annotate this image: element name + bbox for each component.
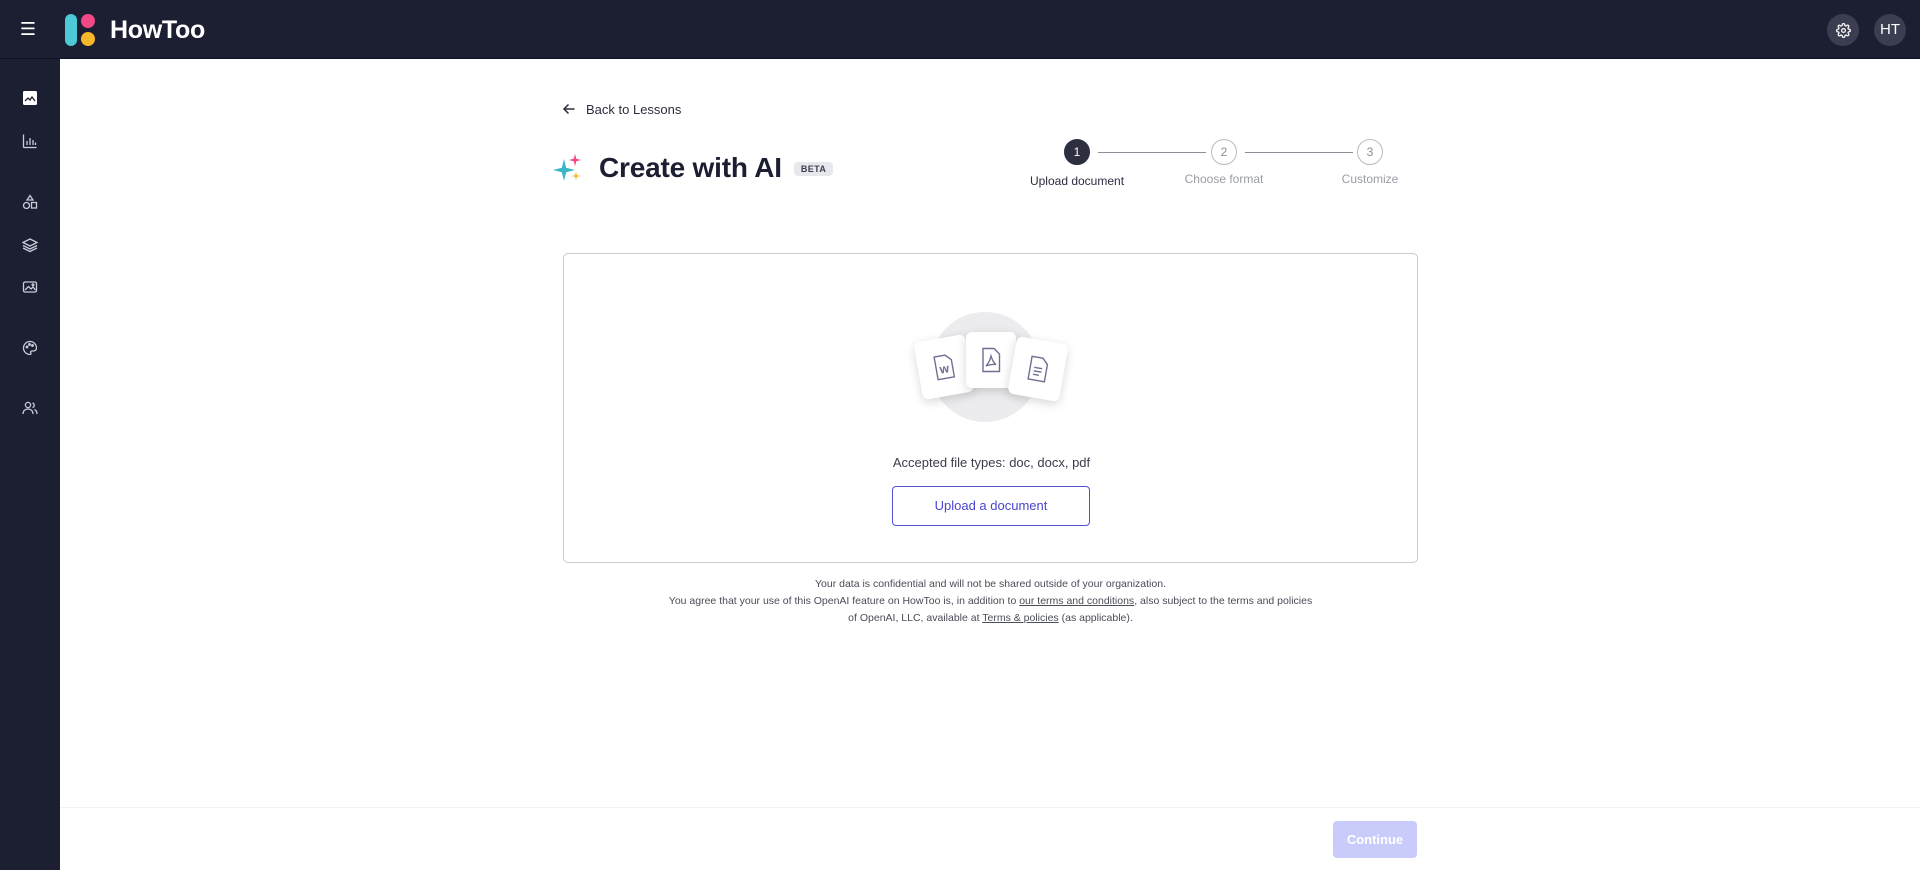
step-3-circle[interactable]: 3	[1357, 139, 1383, 165]
sparkles-icon	[553, 154, 581, 181]
sidebar-item-users[interactable]	[20, 398, 40, 418]
settings-button[interactable]	[1827, 14, 1859, 46]
sidebar-item-lessons[interactable]	[20, 88, 40, 108]
text-document-icon	[1007, 335, 1069, 403]
disclaimer-line-2: You agree that your use of this OpenAI f…	[563, 593, 1418, 610]
analytics-icon	[22, 134, 37, 149]
users-icon	[22, 401, 38, 415]
page-header: Create with AI BETA	[553, 147, 834, 189]
step-connector-1	[1098, 152, 1206, 153]
disclaimer-line-1: Your data is confidential and will not b…	[814, 578, 1166, 590]
shapes-icon	[22, 194, 38, 210]
sidebar	[0, 59, 60, 870]
upload-dropzone[interactable]: W Accepted file types: doc, docx, pdf Up…	[563, 253, 1418, 563]
back-link-label: Back to Lessons	[586, 101, 682, 117]
continue-button[interactable]: Continue	[1333, 821, 1417, 858]
layers-icon	[22, 238, 38, 253]
sidebar-item-media[interactable]	[20, 277, 40, 297]
sidebar-item-shapes[interactable]	[20, 192, 40, 212]
upload-document-button[interactable]: Upload a document	[892, 486, 1090, 526]
sidebar-item-analytics[interactable]	[20, 131, 40, 151]
sidebar-item-themes[interactable]	[20, 338, 40, 358]
lessons-icon	[23, 91, 37, 105]
top-bar: ☰ HowToo HT	[0, 0, 1920, 59]
terms-policies-link[interactable]: Terms & policies	[982, 612, 1058, 624]
gear-icon	[1835, 22, 1851, 38]
app-name[interactable]: HowToo	[110, 13, 205, 47]
media-icon	[22, 281, 38, 293]
step-2-circle[interactable]: 2	[1211, 139, 1237, 165]
page-title: Create with AI	[599, 152, 782, 183]
disclaimer-line-3: of OpenAI, LLC, available at Terms & pol…	[563, 610, 1418, 627]
disclaimer-text: You agree that your use of this OpenAI f…	[668, 595, 1020, 607]
step-3-label: Customize	[1341, 172, 1399, 186]
sidebar-item-layers[interactable]	[20, 235, 40, 255]
svg-text:W: W	[939, 365, 951, 377]
terms-and-conditions-link[interactable]: our terms and conditions	[1019, 595, 1134, 607]
disclaimer-text: , also subject to the terms and policies	[1134, 595, 1313, 607]
main-content: Back to Lessons Create with AI BETA 1 2 …	[60, 59, 1920, 870]
footer-bar: Continue	[60, 807, 1920, 870]
step-1-label: Upload document	[1029, 174, 1125, 188]
step-connector-2	[1245, 152, 1353, 153]
hamburger-menu-icon[interactable]: ☰	[18, 17, 38, 41]
step-1-circle[interactable]: 1	[1064, 139, 1090, 165]
disclaimer-text: of OpenAI, LLC, available at	[848, 612, 983, 624]
disclaimer: Your data is confidential and will not b…	[563, 576, 1418, 627]
arrow-left-icon	[562, 103, 575, 115]
step-2-label: Choose format	[1184, 172, 1264, 186]
pdf-document-icon	[966, 332, 1016, 388]
user-avatar[interactable]: HT	[1874, 14, 1906, 46]
palette-icon	[22, 340, 38, 356]
back-to-lessons-link[interactable]: Back to Lessons	[562, 99, 681, 119]
disclaimer-text: (as applicable).	[1058, 612, 1133, 624]
accepted-file-types: Accepted file types: doc, docx, pdf	[892, 455, 1091, 470]
howtoo-logo-icon[interactable]	[64, 13, 98, 47]
beta-badge: BETA	[793, 162, 834, 176]
